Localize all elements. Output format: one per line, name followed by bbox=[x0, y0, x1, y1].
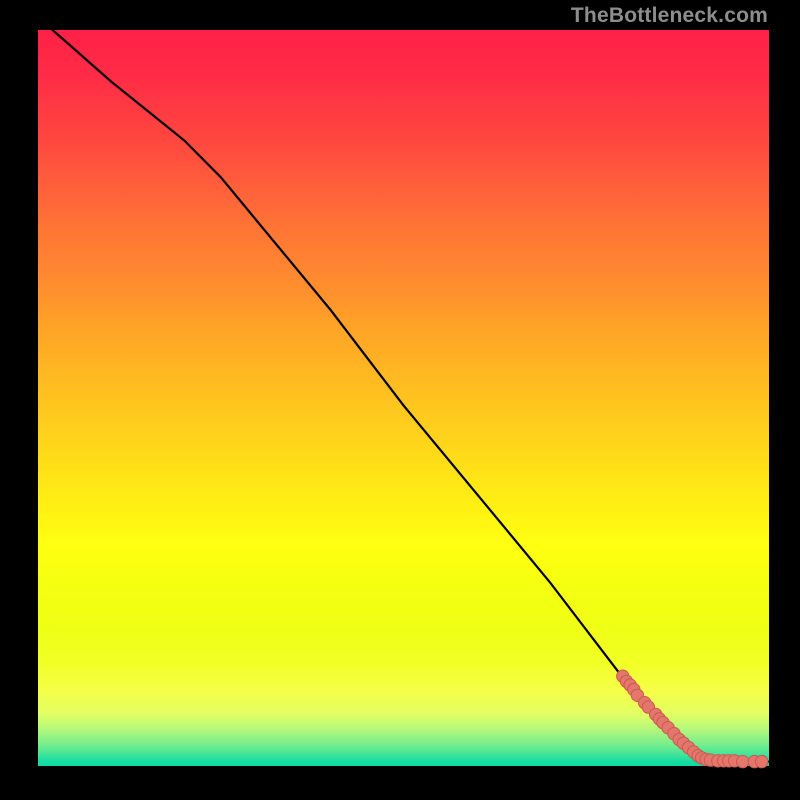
chart-frame: TheBottleneck.com bbox=[0, 0, 800, 800]
data-point bbox=[737, 755, 749, 767]
bottleneck-curve bbox=[53, 30, 769, 762]
attribution-text: TheBottleneck.com bbox=[571, 4, 768, 28]
component-points bbox=[617, 670, 768, 768]
chart-overlay bbox=[38, 30, 769, 766]
data-point bbox=[756, 755, 768, 767]
